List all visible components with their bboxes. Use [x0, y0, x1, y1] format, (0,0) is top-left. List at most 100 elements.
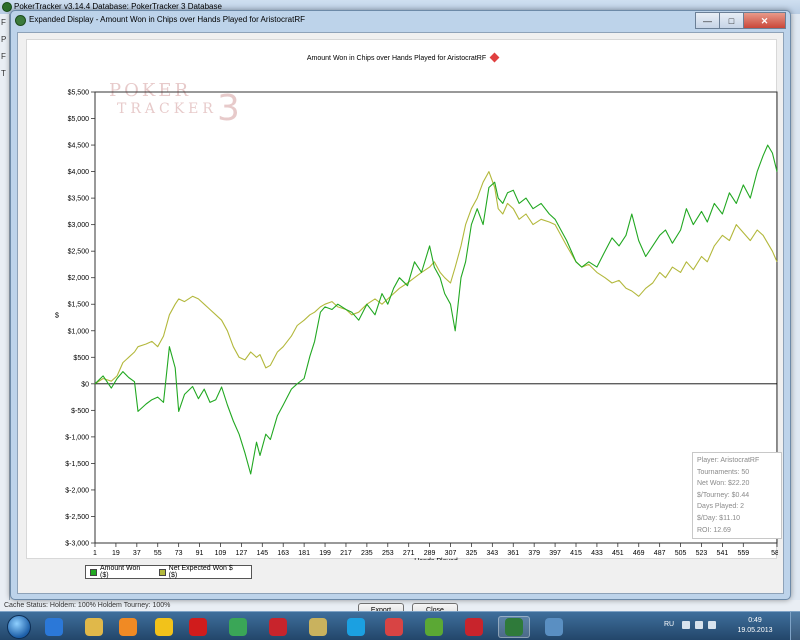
legend-swatch	[158, 568, 166, 576]
legend-label: Net Expected Won $ ($)	[168, 565, 233, 579]
y-tick-label: $5,000	[68, 116, 90, 123]
taskbar-app-button[interactable]	[222, 616, 254, 638]
x-tick-label: 235	[361, 550, 373, 557]
x-tick-label: 343	[487, 550, 499, 557]
y-tick-label: $-1,500	[65, 461, 89, 468]
x-tick-label: 505	[675, 550, 687, 557]
stat-per-day: $/Day: $11.10	[697, 514, 741, 522]
show-desktop-button[interactable]	[790, 612, 800, 640]
legend-label: Amount Won ($)	[99, 565, 141, 579]
y-tick-label: $3,500	[68, 196, 90, 203]
left-letter[interactable]: F	[0, 14, 9, 31]
y-tick-label: $-2,500	[65, 514, 89, 521]
x-tick-label: 91	[196, 550, 204, 557]
x-tick-label: 289	[424, 550, 436, 557]
legend-item-amount-won: Amount Won ($)	[90, 565, 151, 579]
stat-net-won: Net Won: $22.20	[697, 480, 750, 488]
x-tick-label: 415	[570, 550, 582, 557]
x-tick-label: 1	[93, 550, 97, 557]
y-tick-label: $1,500	[68, 302, 90, 309]
x-tick-label: 559	[737, 550, 749, 557]
y-tick-label: $-2,000	[65, 487, 89, 494]
minimize-button[interactable]: —	[695, 12, 720, 29]
x-tick-label: 37	[133, 550, 141, 557]
amount-won-line-chart: $5,500 $5,000 $4,500 $4,000 $3,500 $3,000 $2,5…	[55, 90, 778, 561]
taskbar-app-button[interactable]	[340, 616, 372, 638]
expanded-display-dialog: Expanded Display - Amount Won in Chips o…	[10, 10, 791, 618]
series-line-amount-won	[94, 144, 778, 475]
system-tray: RU 0:49 19.05.2013	[660, 612, 800, 640]
dialog-body: POKER TRACKER 3 Amount Won in Chips over…	[17, 32, 784, 618]
taskbar-app-button[interactable]	[182, 616, 214, 638]
window-controls: — □ ✕	[695, 12, 786, 29]
tray-arrow-icon[interactable]	[682, 621, 690, 629]
stat-roi: ROI: 12.69	[697, 526, 731, 534]
utorrent-icon	[425, 618, 443, 636]
clock[interactable]: 0:49 19.05.2013	[726, 616, 784, 636]
dialog-title-bar[interactable]: Expanded Display - Amount Won in Chips o…	[11, 11, 790, 31]
stat-player: Player: AristocratRF	[697, 457, 760, 464]
taskbar-app-button[interactable]	[302, 616, 334, 638]
ie-icon	[45, 618, 63, 636]
minimize-icon: —	[703, 15, 712, 26]
left-letter[interactable]: T	[0, 65, 9, 82]
clock-date: 19.05.2013	[737, 627, 773, 634]
x-tick-label: 55	[154, 550, 162, 557]
taskbar-app-button[interactable]	[112, 616, 144, 638]
y-tick-label: $4,000	[68, 169, 90, 176]
volume-icon[interactable]	[708, 621, 716, 629]
tray-icons	[682, 621, 716, 629]
x-axis-label: Hands Played	[414, 558, 458, 560]
network-icon[interactable]	[695, 621, 703, 629]
y-tick-label: $2,000	[68, 275, 90, 282]
y-tick-label: $3,000	[68, 222, 90, 229]
x-tick-label: 307	[445, 550, 457, 557]
left-letter[interactable]: F	[0, 48, 9, 65]
close-window-button[interactable]: ✕	[743, 12, 786, 29]
x-tick-label: 19	[112, 550, 120, 557]
x-tick-label: 253	[382, 550, 394, 557]
language-indicator[interactable]: RU	[664, 621, 674, 628]
pokertracker-icon	[505, 618, 523, 636]
taskbar-app-button[interactable]	[418, 616, 450, 638]
left-letter[interactable]: P	[0, 31, 9, 48]
window-icon	[545, 618, 563, 636]
chart-panel: POKER TRACKER 3 Amount Won in Chips over…	[26, 39, 782, 561]
legend-swatch	[90, 568, 97, 576]
taskbar-app-button[interactable]	[262, 616, 294, 638]
x-tick-label: 379	[528, 550, 540, 557]
explorer-icon	[85, 618, 103, 636]
taskbar-app-button[interactable]	[148, 616, 180, 638]
x-tick-label: 217	[340, 550, 352, 557]
x-tick-label: 73	[175, 550, 183, 557]
y-tick-label: $5,500	[68, 90, 90, 97]
x-tick-label: 199	[319, 550, 331, 557]
taskbar-app-button[interactable]	[38, 616, 70, 638]
chrome-icon	[229, 618, 247, 636]
maximize-icon: □	[728, 15, 735, 26]
taskbar-app-button[interactable]	[538, 616, 570, 638]
taskbar-app-button[interactable]	[378, 616, 410, 638]
pokerstars-2-icon	[465, 618, 483, 636]
calendar-icon	[385, 618, 403, 636]
player-stats-box: Player: AristocratRF Tournaments: 50 Net…	[692, 452, 782, 539]
y-tick-label: $4,500	[68, 143, 90, 150]
stat-tournaments: Tournaments: 50	[697, 468, 750, 476]
dialog-app-icon	[15, 15, 26, 26]
x-tick-label: 361	[507, 550, 519, 557]
dialog-title: Expanded Display - Amount Won in Chips o…	[29, 15, 305, 24]
pokerstars-icon	[269, 618, 287, 636]
x-tick-label: 397	[549, 550, 561, 557]
clock-time: 0:49	[748, 617, 762, 624]
taskbar-app-button[interactable]	[458, 616, 490, 638]
y-tick-label: $1,000	[68, 328, 90, 335]
taskbar-app-button[interactable]	[78, 616, 110, 638]
y-tick-label: $-3,000	[65, 541, 89, 548]
x-tick-label: 588	[771, 550, 778, 557]
maximize-button[interactable]: □	[719, 12, 744, 29]
legend-item-net-expected: Net Expected Won $ ($)	[158, 565, 243, 579]
chart-legend: Amount Won ($) Net Expected Won $ ($)	[85, 565, 252, 579]
start-button[interactable]	[2, 612, 36, 640]
taskbar-app-button[interactable]	[498, 616, 530, 638]
x-tick-label: 541	[717, 550, 729, 557]
